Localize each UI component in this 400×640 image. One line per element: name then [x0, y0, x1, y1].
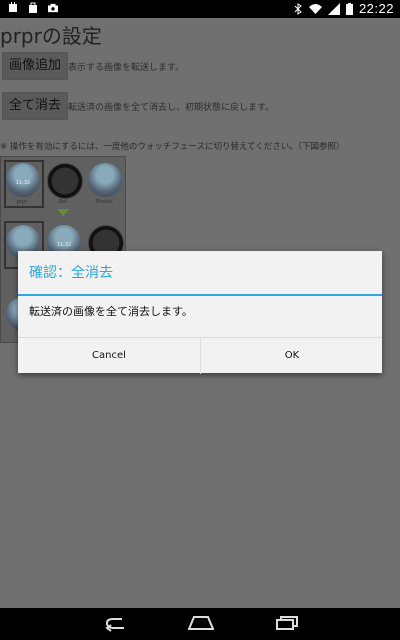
- back-icon[interactable]: [104, 616, 128, 632]
- roll-watchface-thumbnail: [47, 163, 83, 199]
- caption-roll: Roll: [58, 199, 68, 205]
- ok-button[interactable]: OK: [201, 338, 383, 374]
- status-right-icons: 22:22: [293, 1, 394, 16]
- thumbnail-time-2: 11:32: [56, 242, 72, 248]
- caption-photos: Photos: [95, 199, 113, 205]
- thumbnail-time: 11:32: [15, 180, 31, 186]
- status-time: 22:22: [358, 1, 394, 16]
- battery-icon: [345, 2, 353, 15]
- wifi-icon: [308, 3, 322, 14]
- photos-watchface-thumbnail: [88, 163, 122, 197]
- android-debug-icon: [9, 2, 17, 12]
- navigation-bar: [0, 608, 400, 640]
- camera-icon: [48, 3, 58, 13]
- shopping-bag-icon: [29, 2, 37, 13]
- clear-all-button[interactable]: 全て消去: [2, 92, 69, 120]
- dialog-title: 確認：全消去: [29, 265, 113, 281]
- status-left-icons: [8, 2, 58, 14]
- add-image-button[interactable]: 画像追加: [2, 52, 69, 80]
- status-bar: 22:22: [0, 0, 400, 18]
- instruction-note: ※ 操作を有効にするには、一度他のウォッチフェースに切り替えてください。（下図参…: [0, 142, 345, 152]
- page-title: prprの設定: [0, 24, 102, 48]
- add-image-description: 表示する画像を転送します。: [68, 63, 185, 73]
- recents-icon[interactable]: [276, 616, 298, 630]
- bluetooth-icon: [294, 2, 302, 15]
- home-icon[interactable]: [188, 616, 214, 630]
- dialog-divider: [18, 294, 382, 296]
- cancel-button[interactable]: Cancel: [18, 338, 201, 374]
- dialog-button-row: Cancel OK: [18, 337, 382, 374]
- clear-all-description: 転送済の画像を全て消去し、初期状態に戻します。: [68, 103, 275, 113]
- confirm-dialog: 確認：全消去 転送済の画像を全て消去します。 Cancel OK: [18, 251, 382, 374]
- signal-icon: [327, 2, 340, 15]
- arrow-down-icon: [57, 209, 69, 216]
- caption-prpr: prpr: [16, 199, 28, 205]
- dialog-message: 転送済の画像を全て消去します。: [29, 305, 193, 318]
